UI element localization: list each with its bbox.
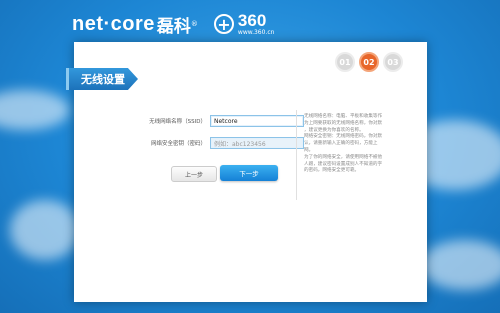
help-line: 网络安全密钥：无线网络密码，你对默 <box>304 134 383 140</box>
360-brand-url: www.360.cn <box>237 28 275 36</box>
netcore-logo: net·core <box>72 12 155 35</box>
help-line: 为上网要获取的无线网络名称，你对默 <box>304 120 383 126</box>
setup-panel: 01 02 03 无线设置 无线网络名称（SSID） Netcore 网络安全密… <box>66 42 427 302</box>
divider <box>296 110 297 200</box>
password-input[interactable]: 例如：abc123456 <box>210 137 304 149</box>
plus-icon: + <box>213 14 234 34</box>
ssid-row: 无线网络名称（SSID） Netcore <box>118 115 304 127</box>
registered-mark: ® <box>190 20 198 28</box>
background-cloud <box>0 90 70 130</box>
help-line: 为了你的网络安全，请使用网络不被他 <box>304 154 383 160</box>
next-button[interactable]: 下一步 <box>220 165 278 181</box>
ssid-input[interactable]: Netcore <box>210 115 304 127</box>
netcore-logo-cn: 磊科 <box>156 16 191 37</box>
help-line: 网。 <box>304 147 314 153</box>
help-text: 无线网络名称：电脑、平板和收集等作 为上网要获取的无线网络名称，你对默 ，建议更… <box>304 114 404 175</box>
step-2-active: 02 <box>359 52 379 72</box>
360-partner-logo: + 360 www.360.cn <box>213 10 275 36</box>
help-line: ，建议更换为你喜欢的名称。 <box>304 127 364 133</box>
step-3: 03 <box>383 52 403 72</box>
ssid-label: 无线网络名称（SSID） <box>149 119 206 125</box>
help-line: 的密码，网络安全更可靠。 <box>304 168 360 174</box>
background-cloud <box>10 200 80 260</box>
360-brand-name: 360 <box>237 10 267 30</box>
password-label: 网络安全密钥（密码） <box>150 141 206 147</box>
header: net·core 磊科 ® + 360 www.360.cn <box>72 10 274 38</box>
password-row: 网络安全密钥（密码） 例如：abc123456 <box>118 137 304 149</box>
help-line: 认，请重新输入正确的密码，方能上 <box>304 141 378 147</box>
prev-button[interactable]: 上一步 <box>171 166 217 182</box>
step-1: 01 <box>335 52 355 72</box>
background-cloud <box>420 240 500 290</box>
help-line: 人蹭，建议密码设置成别人不知道的字 <box>304 161 383 167</box>
page-title: 无线设置 <box>66 68 138 90</box>
help-line: 无线网络名称：电脑、平板和收集等作 <box>304 114 383 119</box>
360-brand: 360 www.360.cn <box>237 10 275 36</box>
step-indicator: 01 02 03 <box>335 52 403 72</box>
